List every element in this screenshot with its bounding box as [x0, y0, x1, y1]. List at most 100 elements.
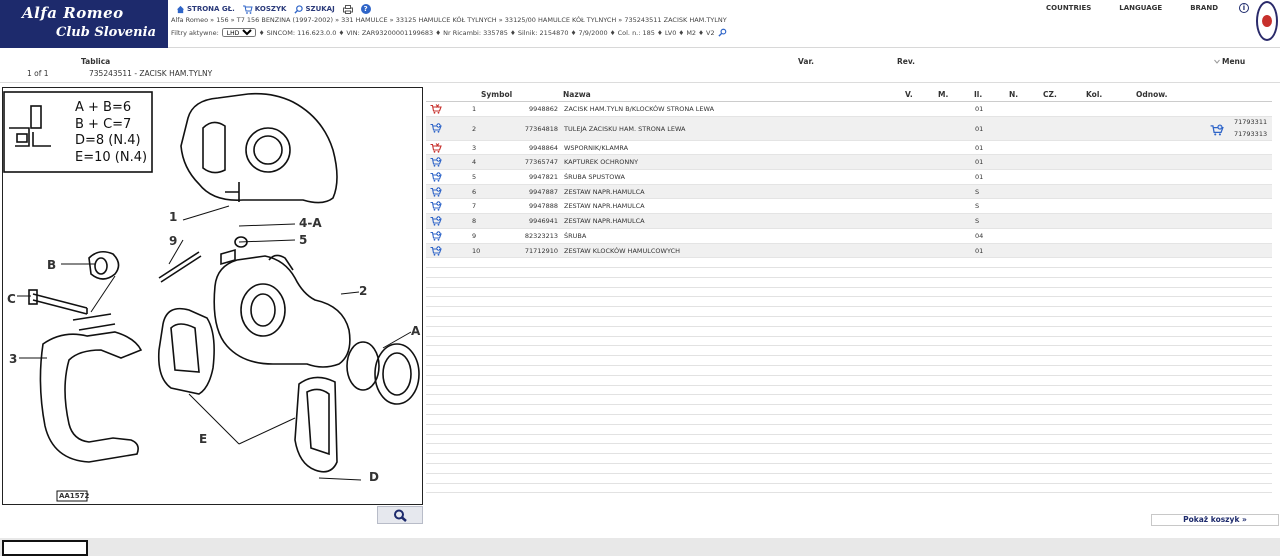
callout-2[interactable]: 2: [359, 284, 367, 298]
brand-link[interactable]: BRAND: [1190, 4, 1218, 12]
table-row[interactable]: 5 9947821 ŚRUBA SPUSTOWA 01: [426, 170, 1272, 185]
table-header: Symbol Nazwa V. M. Il. N. CZ. Kol. Odnow…: [426, 88, 1272, 102]
diagram-code: AA1572: [59, 492, 90, 500]
part-name: ZESTAW NAPR.HAMULCA: [564, 187, 645, 196]
table-row[interactable]: 2 77364818 TULEJA ZACISKU HAM. STRONA LEWA…: [426, 116, 1272, 141]
search-filter-icon[interactable]: [718, 28, 727, 37]
part-symbol[interactable]: 77364818: [510, 125, 558, 133]
add-to-cart-icon[interactable]: [430, 187, 442, 197]
part-symbol[interactable]: 9947821: [510, 173, 558, 181]
diagram-thumbnail[interactable]: [2, 540, 88, 556]
print-link[interactable]: [342, 4, 353, 14]
active-filters: Filtry aktywne: LHD ♦ SINCOM: 116.623.0.…: [171, 28, 727, 37]
table-row[interactable]: 1 9948862 ZACISK HAM.TYLN B/KLOCKÓW STRONA…: [426, 102, 1272, 117]
part-quantity: 01: [975, 158, 984, 167]
menu-button[interactable]: Menu: [1214, 57, 1245, 66]
part-symbol[interactable]: 9947887: [510, 188, 558, 196]
home-link[interactable]: STRONA GŁ.: [176, 5, 235, 14]
add-to-cart-icon[interactable]: [430, 216, 442, 226]
replacement-symbol[interactable]: 71793313: [1234, 130, 1267, 138]
part-symbol[interactable]: 71712910: [510, 247, 558, 255]
table-row[interactable]: 9 82323213 ŚRUBA 04: [426, 229, 1272, 244]
table-row[interactable]: 7 9947888 ZESTAW NAPR.HAMULCA S: [426, 199, 1272, 215]
col-il: Il.: [974, 90, 983, 99]
cart-link[interactable]: KOSZYK: [242, 5, 286, 14]
magnifier-icon: [394, 509, 407, 522]
row-number: 8: [472, 217, 477, 226]
col-kol: Kol.: [1086, 90, 1103, 99]
cart-unavailable-icon[interactable]: [430, 142, 442, 153]
table-row[interactable]: 8 9946941 ZESTAW NAPR.HAMULCA S: [426, 214, 1272, 229]
empty-row: [426, 395, 1272, 406]
add-to-cart-icon[interactable]: [430, 245, 442, 256]
breadcrumb[interactable]: Alfa Romeo » 156 » T7 156 BENZINA (1997-…: [171, 16, 727, 24]
part-symbol[interactable]: 82323213: [510, 232, 558, 240]
table-row[interactable]: 6 9947887 ZESTAW NAPR.HAMULCA S: [426, 184, 1272, 200]
drive-side-select[interactable]: LHD: [221, 28, 256, 37]
empty-row: [426, 474, 1272, 484]
callout-1[interactable]: 1: [169, 210, 177, 224]
table-row[interactable]: 10 71712910 ZESTAW KLOCKÓW HAMULCOWYCH 01: [426, 243, 1272, 259]
add-to-cart-icon[interactable]: [430, 172, 442, 182]
empty-row: [426, 297, 1272, 308]
row-number: 2: [472, 124, 477, 133]
zoom-button[interactable]: [377, 506, 423, 524]
part-name: ŚRUBA: [564, 231, 587, 240]
table-title: 735243511 - ZACISK HAM.TYLNY: [89, 69, 213, 78]
table-row[interactable]: 4 77365747 KAPTUREK OCHRONNY 01: [426, 155, 1272, 171]
part-quantity: 01: [975, 105, 984, 113]
col-cz: CZ.: [1043, 90, 1057, 99]
table-row[interactable]: 3 9948864 WSPORNIK/KLAMRA 01: [426, 141, 1272, 156]
part-symbol[interactable]: 9948864: [510, 144, 558, 152]
add-to-cart-icon[interactable]: [430, 157, 442, 168]
callout-3[interactable]: 3: [9, 352, 17, 366]
empty-row: [426, 278, 1272, 288]
empty-row: [426, 435, 1272, 445]
help-link[interactable]: ?: [360, 4, 371, 14]
part-quantity: S: [975, 187, 980, 196]
countries-link[interactable]: COUNTRIES: [1046, 4, 1091, 12]
part-name: WSPORNIK/KLAMRA: [564, 143, 629, 152]
callout-4a[interactable]: 4-A: [299, 216, 322, 230]
club-logo[interactable]: Alfa Romeo Club Slovenia: [0, 0, 168, 48]
callout-b[interactable]: B: [47, 258, 56, 272]
add-to-cart-icon[interactable]: [430, 231, 442, 241]
empty-row: [426, 346, 1272, 357]
menu-label: Menu: [1222, 57, 1246, 66]
row-number: 9: [472, 231, 477, 240]
part-name: ZACISK HAM.TYLN B/KLOCKÓW STRONA LEWA: [564, 105, 715, 113]
cart-unavailable-icon[interactable]: [430, 104, 442, 114]
language-link[interactable]: LANGUAGE: [1119, 4, 1162, 12]
col-symbol[interactable]: Symbol: [481, 90, 512, 99]
show-basket-button[interactable]: Pokaż koszyk »: [1151, 514, 1279, 526]
callout-e[interactable]: E: [199, 432, 207, 446]
parts-table: Symbol Nazwa V. M. Il. N. CZ. Kol. Odnow…: [426, 88, 1272, 494]
callout-d[interactable]: D: [369, 470, 379, 484]
info-icon[interactable]: i: [1239, 3, 1249, 13]
part-symbol[interactable]: 9946941: [510, 217, 558, 225]
part-name: KAPTUREK OCHRONNY: [564, 158, 639, 167]
legend-line-4: E=10 (N.4): [75, 150, 148, 165]
callout-9[interactable]: 9: [169, 234, 177, 248]
col-nazwa[interactable]: Nazwa: [563, 90, 591, 99]
part-symbol[interactable]: 9947888: [510, 202, 558, 210]
exploded-diagram[interactable]: A + B=6 B + C=7 D=8 (N.4) E=10 (N.4) 1 4…: [2, 87, 423, 505]
row-number: 3: [472, 143, 477, 152]
empty-row: [426, 317, 1272, 327]
replacement-symbol[interactable]: 71793311: [1234, 118, 1267, 126]
search-link[interactable]: SZUKAJ: [294, 4, 335, 14]
col-n: N.: [1009, 90, 1019, 99]
add-to-cart-icon[interactable]: [430, 122, 442, 133]
empty-row: [426, 425, 1272, 435]
page-counter: 1 of 1: [27, 69, 49, 78]
callout-c[interactable]: C: [7, 292, 16, 306]
part-symbol[interactable]: 9948862: [510, 105, 558, 113]
callout-5[interactable]: 5: [299, 233, 307, 247]
part-symbol[interactable]: 77365747: [510, 158, 558, 166]
row-number: 6: [472, 187, 477, 196]
add-to-cart-icon[interactable]: [1210, 124, 1224, 136]
callout-a[interactable]: A: [411, 324, 420, 338]
row-number: 1: [472, 105, 477, 113]
col-m: M.: [938, 90, 949, 99]
add-to-cart-icon[interactable]: [430, 201, 442, 212]
